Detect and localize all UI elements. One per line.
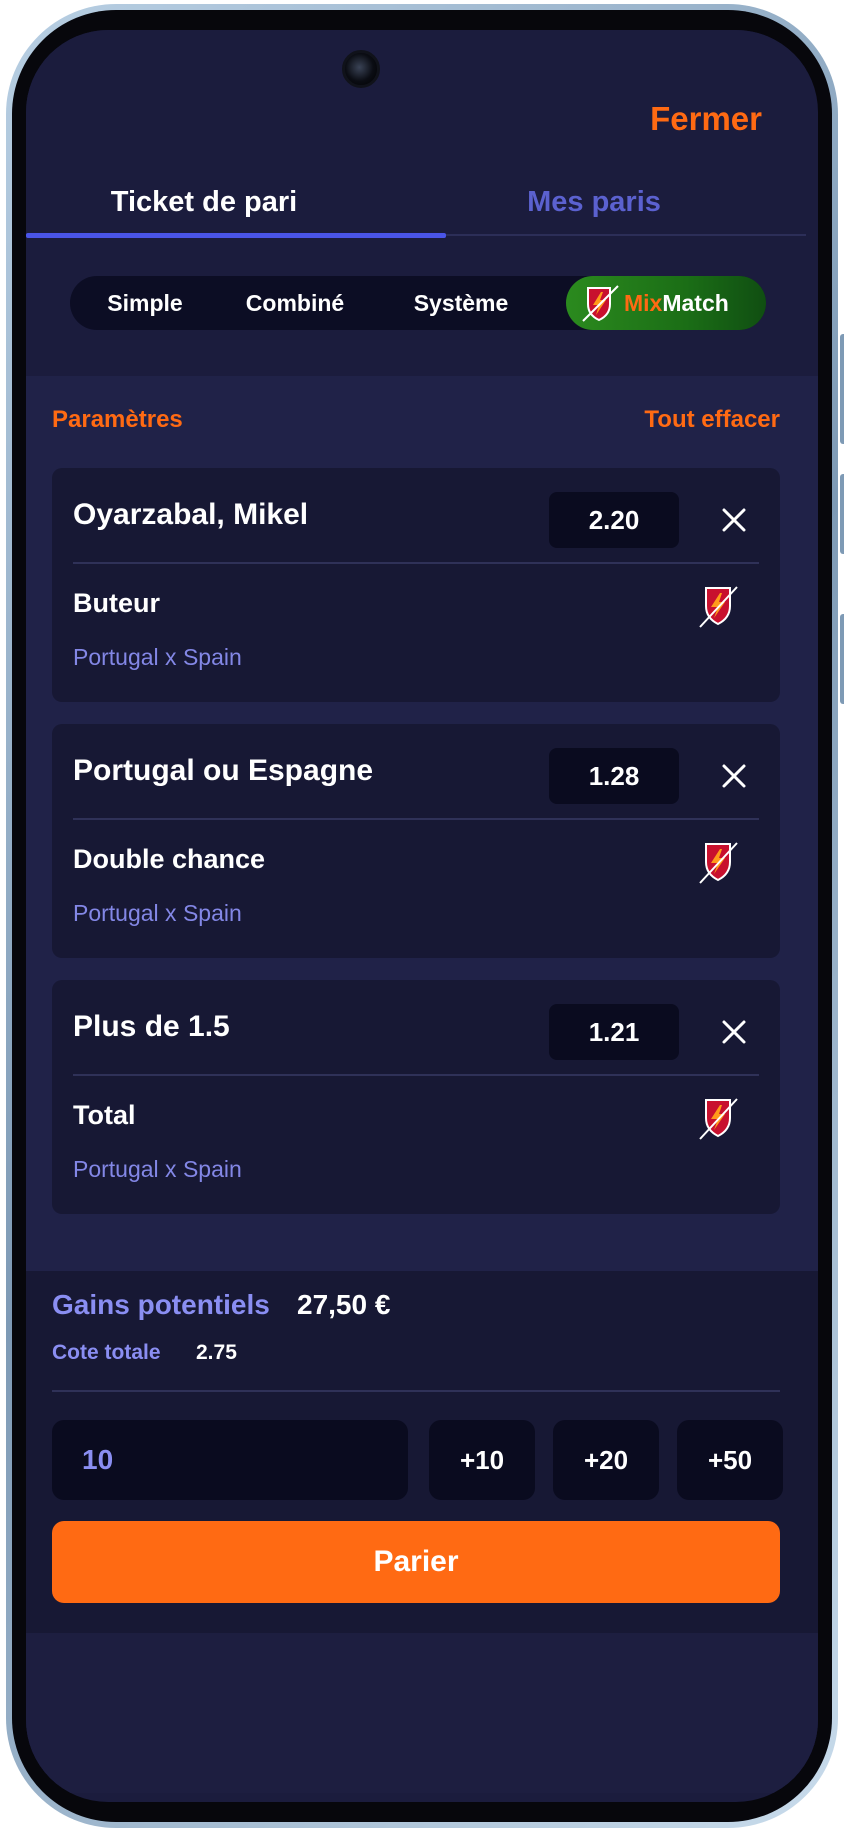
total-odds-label: Cote totale: [52, 1341, 161, 1364]
tab-bar: Ticket de pari Mes paris: [26, 180, 806, 238]
slip-actions: Paramètres Tout effacer: [52, 406, 780, 446]
bet-slip-footer: Gains potentiels 27,50 € Cote totale 2.7…: [26, 1271, 818, 1793]
stake-input[interactable]: [52, 1420, 408, 1500]
card-divider: [73, 818, 759, 820]
mixmatch-shield-icon: [697, 583, 739, 634]
bet-slip-header: Fermer Ticket de pari Mes paris Simple C…: [26, 30, 806, 376]
card-divider: [73, 1074, 759, 1076]
bet-card: Oyarzabal, Mikel 2.20 Buteur Portugal x …: [52, 468, 780, 702]
close-button[interactable]: Fermer: [650, 100, 762, 138]
mixmatch-shield-icon: [697, 1095, 739, 1146]
potential-gains-value: 27,50 €: [297, 1289, 391, 1320]
close-icon: [722, 508, 746, 532]
bet-odds[interactable]: 1.21: [549, 1004, 679, 1060]
place-bet-button[interactable]: Parier: [52, 1521, 780, 1603]
quick-stake-50-button[interactable]: +50: [677, 1420, 783, 1500]
bet-card: Plus de 1.5 1.21 Total Portugal x Spain: [52, 980, 780, 1214]
remove-bet-button[interactable]: [712, 1010, 756, 1054]
phone-side-button: [840, 614, 844, 704]
quick-stake-10-button[interactable]: +10: [429, 1420, 535, 1500]
mixmatch-shield-icon: [580, 283, 620, 328]
bet-type-system[interactable]: Système: [386, 276, 536, 330]
bet-odds[interactable]: 1.28: [549, 748, 679, 804]
phone-side-button: [840, 474, 844, 554]
remove-bet-button[interactable]: [712, 498, 756, 542]
clear-all-link[interactable]: Tout effacer: [644, 406, 780, 434]
close-icon: [722, 1020, 746, 1044]
bet-card: Portugal ou Espagne 1.28 Double chance P…: [52, 724, 780, 958]
bet-type-selector: Simple Combiné Système MixMatch: [70, 276, 766, 330]
bet-match: Portugal x Spain: [73, 900, 242, 926]
total-odds-value: 2.75: [196, 1341, 237, 1364]
close-icon: [722, 764, 746, 788]
bet-slip-content: Paramètres Tout effacer Oyarzabal, Mikel…: [26, 376, 818, 1271]
bet-type-combined[interactable]: Combiné: [220, 276, 370, 330]
settings-link[interactable]: Paramètres: [52, 406, 183, 434]
tab-my-bets[interactable]: Mes paris: [382, 180, 806, 236]
bet-match: Portugal x Spain: [73, 1156, 242, 1182]
potential-gains-label: Gains potentiels: [52, 1289, 270, 1320]
bet-market: Buteur: [73, 588, 160, 618]
bet-match: Portugal x Spain: [73, 644, 242, 670]
bet-selection: Portugal ou Espagne: [73, 754, 374, 787]
bet-type-mixmatch[interactable]: MixMatch: [566, 276, 766, 330]
bet-selection: Oyarzabal, Mikel: [73, 498, 309, 531]
bottom-strip: [26, 1633, 818, 1793]
bet-selection: Plus de 1.5: [73, 1010, 230, 1043]
remove-bet-button[interactable]: [712, 754, 756, 798]
front-camera: [342, 50, 380, 88]
bet-market: Total: [73, 1100, 136, 1130]
quick-stake-20-button[interactable]: +20: [553, 1420, 659, 1500]
bet-type-simple[interactable]: Simple: [80, 276, 210, 330]
tab-ticket[interactable]: Ticket de pari: [26, 180, 446, 238]
screen: Fermer Ticket de pari Mes paris Simple C…: [26, 30, 818, 1802]
bet-odds[interactable]: 2.20: [549, 492, 679, 548]
mixmatch-label: MixMatch: [624, 290, 729, 316]
card-divider: [73, 562, 759, 564]
footer-divider: [52, 1390, 780, 1392]
mixmatch-shield-icon: [697, 839, 739, 890]
bet-market: Double chance: [73, 844, 266, 874]
phone-side-button: [840, 334, 844, 444]
